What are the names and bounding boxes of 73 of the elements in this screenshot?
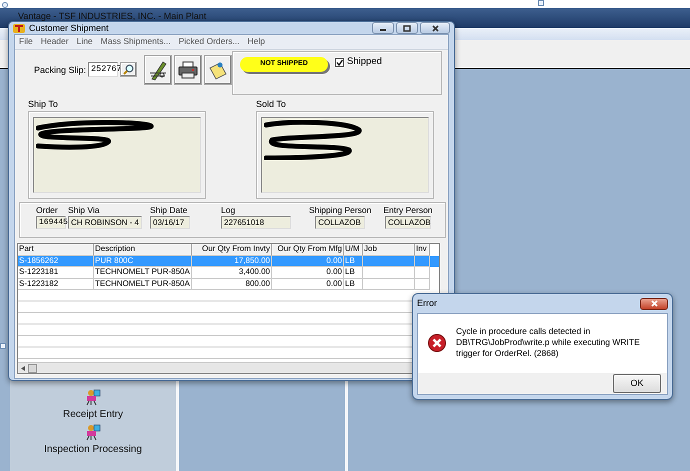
maximize-button[interactable]	[396, 22, 418, 34]
search-icon	[123, 64, 134, 76]
close-button[interactable]	[640, 298, 668, 310]
menu-item[interactable]: Line	[76, 37, 93, 47]
maximize-icon	[403, 24, 411, 32]
person-computer-icon[interactable]	[85, 389, 101, 406]
error-message: Cycle in procedure calls detected in DB\TRG\JobProd\write.p while executing WRITE trigger for OrderRel. (2868)	[456, 326, 641, 360]
search-button[interactable]	[120, 62, 138, 78]
column-header[interactable]: Our Qty From Invty	[192, 244, 272, 256]
column-header[interactable]: Inv	[415, 244, 430, 256]
table-cell: 17,850.00	[192, 256, 272, 268]
check-icon	[336, 58, 344, 66]
pen-tools-icon	[148, 58, 168, 81]
table-cell: PUR 800C	[94, 256, 192, 268]
minimize-button[interactable]	[372, 22, 394, 34]
table-cell: 3,400.00	[192, 267, 272, 279]
scroll-left-icon	[21, 366, 25, 371]
ok-button[interactable]: OK	[613, 374, 661, 394]
error-icon	[428, 334, 446, 352]
close-icon	[650, 300, 658, 307]
checkbox[interactable]	[335, 58, 344, 67]
sidebar-item[interactable]: Receipt Entry	[62, 409, 124, 420]
close-icon	[432, 24, 438, 32]
window-title: Customer Shipment	[29, 22, 109, 34]
print-button[interactable]	[174, 54, 202, 85]
field-label: Ship Date	[150, 206, 188, 216]
column-header[interactable]: Our Qty From Mfg	[272, 244, 344, 256]
edit-button[interactable]	[144, 54, 172, 85]
packing-slip-field[interactable]: 252767	[88, 62, 118, 78]
window-title: Vantage - TSF INDUSTRIES, INC. - Main Plant	[18, 11, 206, 21]
checkbox-label[interactable]: Shipped	[347, 56, 382, 68]
app-logo-icon	[13, 22, 25, 34]
table-cell: S-1856262	[18, 256, 94, 268]
field-label: Ship Via	[68, 206, 100, 216]
text-field[interactable]: CH ROBINSON - 4	[68, 216, 142, 229]
selection-handle[interactable]	[538, 0, 544, 6]
column-header[interactable]: Description	[94, 244, 192, 256]
table-cell: TECHNOMELT PUR-850A	[94, 267, 192, 279]
table-cell: 0.00	[272, 267, 344, 279]
sticky-note-icon	[208, 60, 228, 80]
sidebar-item[interactable]: Inspection Processing	[44, 444, 142, 455]
field-label: Entry Person	[383, 206, 433, 216]
printer-icon	[178, 60, 198, 79]
field-label: Log	[221, 206, 236, 216]
column-header[interactable]: U/M	[344, 244, 363, 256]
section-label: Sold To	[256, 98, 287, 110]
person-computer-icon[interactable]	[85, 424, 101, 440]
field-label: Shipping Person	[309, 206, 372, 216]
table-cell: S-1223181	[18, 267, 94, 279]
menu-item[interactable]: Header	[40, 37, 69, 47]
selection-handle[interactable]	[0, 343, 6, 349]
field-label: Order	[36, 206, 58, 216]
menu-item[interactable]: Mass Shipments...	[100, 37, 171, 47]
column-header[interactable]: Job	[363, 244, 415, 256]
menu-item[interactable]: File	[19, 37, 33, 47]
text-field[interactable]: 03/16/17	[150, 216, 190, 229]
menu-item[interactable]: Picked Orders...	[178, 37, 240, 47]
note-button[interactable]	[204, 54, 232, 85]
column-header[interactable]: Part	[18, 244, 94, 256]
window-title: Error	[417, 298, 437, 309]
text-field[interactable]: 169445	[36, 216, 66, 229]
field-label: Packing Slip:	[34, 64, 86, 75]
scroll-thumb[interactable]	[28, 364, 37, 373]
table-cell: LB	[344, 256, 363, 268]
menu-item[interactable]: Help	[248, 37, 266, 47]
text-field[interactable]: COLLAZOB	[384, 216, 431, 229]
text-field[interactable]: 227651018	[221, 216, 291, 229]
section-label: Ship To	[28, 98, 59, 110]
table-cell: 0.00	[272, 256, 344, 268]
text-field[interactable]: COLLAZOB	[315, 216, 366, 229]
table-cell: LB	[344, 267, 363, 279]
close-button[interactable]	[420, 22, 450, 34]
table-row[interactable]: S-1223181 TECHNOMELT PUR-850A 3,400.00 0.00 LB	[18, 267, 439, 279]
